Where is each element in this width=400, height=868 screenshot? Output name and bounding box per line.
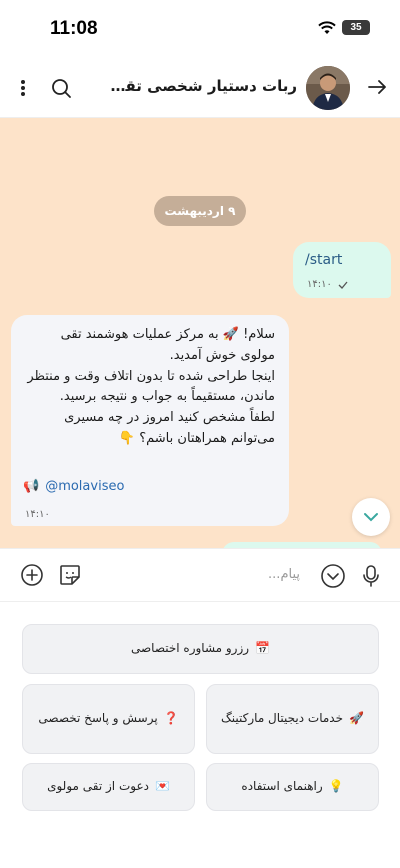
megaphone-icon: 📢 (23, 479, 40, 494)
lightbulb-icon: 💡 (328, 779, 344, 794)
kb-button-invite-label: دعوت از تقی مولوی (47, 779, 149, 794)
message-input[interactable]: پیام... (268, 567, 300, 582)
kb-button-marketing[interactable]: 🚀 خدمات دیجیتال مارکتینگ (206, 684, 379, 754)
incoming-message-line: می‌توانم همراهتان باشم؟ 👇 (118, 430, 275, 446)
outgoing-message-meta: ۱۴:۱۰ (307, 279, 348, 290)
bot-avatar[interactable] (306, 66, 350, 110)
channel-link[interactable]: @molaviseo (45, 479, 124, 494)
status-icons: 35 (318, 20, 370, 35)
chat-area[interactable]: ۹ اردیبهشت /start ۱۴:۱۰ سلام! 🚀 به مرکز … (0, 118, 400, 548)
love-letter-icon: 💌 (154, 779, 170, 794)
kb-button-booking-label: رزرو مشاوره اختصاصی (130, 641, 250, 656)
more-vertical-icon[interactable] (20, 79, 26, 101)
message-input-bar: پیام... (0, 548, 400, 602)
incoming-message-text: سلام! 🚀 به مرکز عملیات هوشمند تقی مولوی خ… (25, 325, 275, 450)
kb-button-guide[interactable]: 💡 راهنمای استفاده (206, 763, 379, 811)
kb-button-qa-label: پرسش و پاسخ تخصصی (38, 711, 158, 726)
chat-title[interactable]: ربات دستیار شخصی تقی مولو... (97, 77, 297, 95)
check-icon (338, 281, 348, 289)
chevron-down-icon (364, 513, 378, 522)
outgoing-message[interactable]: /start ۱۴:۱۰ (293, 242, 391, 298)
incoming-message-link-row: 📢 @molaviseo (23, 479, 124, 494)
incoming-message-line: اینجا طراحی شده تا بدون اتلاف وقت و منتظ… (27, 368, 275, 384)
incoming-message-line: ماندن، مستقیماً به جواب و نتیجه برسید. (59, 389, 275, 405)
kb-button-invite[interactable]: 💌 دعوت از تقی مولوی (22, 763, 195, 811)
kb-button-qa[interactable]: ❓ پرسش و پاسخ تخصصی (22, 684, 195, 754)
chat-header: ربات دستیار شخصی تقی مولو... (0, 58, 400, 118)
bot-keyboard-toggle-icon[interactable] (320, 563, 346, 593)
kb-button-guide-label: راهنمای استفاده (241, 779, 323, 794)
incoming-message-line: لطفاً مشخص کنید امروز در چه مسیری (64, 410, 275, 426)
status-bar: 11:08 35 (0, 0, 400, 58)
microphone-icon[interactable] (362, 564, 380, 592)
scroll-down-button[interactable] (352, 498, 390, 536)
outgoing-message-text: /start (305, 252, 343, 268)
incoming-message[interactable]: سلام! 🚀 به مرکز عملیات هوشمند تقی مولوی خ… (11, 315, 289, 526)
question-icon: ❓ (163, 711, 179, 726)
bot-reply-keyboard: 📅 رزرو مشاوره اختصاصی 🚀 خدمات دیجیتال ما… (0, 602, 400, 868)
attach-plus-icon[interactable] (20, 563, 44, 591)
incoming-message-line: مولوی خوش آمدید. (169, 347, 275, 363)
search-icon[interactable] (50, 77, 72, 103)
kb-button-booking[interactable]: 📅 رزرو مشاوره اختصاصی (22, 624, 379, 674)
kb-button-marketing-label: خدمات دیجیتال مارکتینگ (221, 711, 344, 726)
outgoing-message-time: ۱۴:۱۰ (307, 279, 332, 290)
sticker-icon[interactable] (58, 563, 82, 591)
rocket-icon: 🚀 (349, 711, 364, 726)
wifi-icon (318, 20, 336, 34)
battery-icon: 35 (342, 20, 370, 35)
status-time: 11:08 (50, 18, 98, 39)
incoming-message-line: سلام! 🚀 به مرکز عملیات هوشمند تقی (60, 327, 275, 342)
date-separator: ۹ اردیبهشت (154, 196, 246, 226)
incoming-message-time: ۱۴:۱۰ (25, 509, 50, 520)
back-arrow-icon[interactable] (366, 76, 388, 102)
calendar-icon: 📅 (255, 641, 271, 656)
